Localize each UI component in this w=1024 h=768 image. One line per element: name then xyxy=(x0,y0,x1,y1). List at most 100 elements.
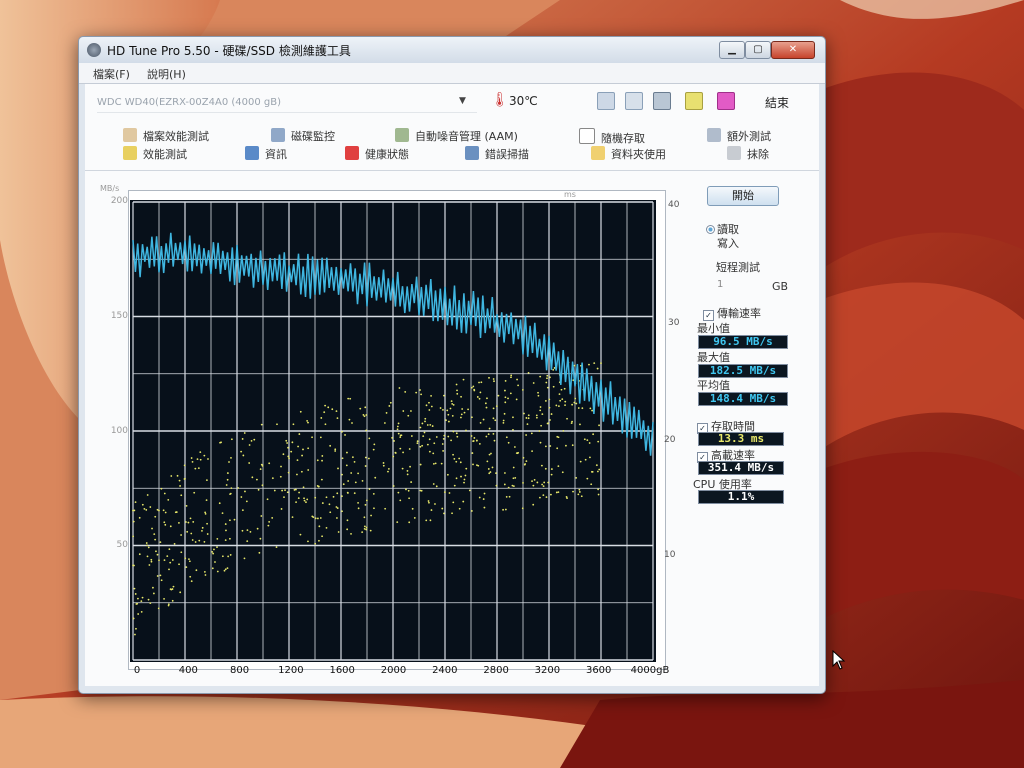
access-time-point xyxy=(383,422,386,424)
access-time-point xyxy=(325,526,328,529)
tab-erase[interactable]: 抹除 xyxy=(727,146,769,162)
access-time-point xyxy=(344,434,346,436)
tab-aam[interactable]: 自動噪音管理 (AAM) xyxy=(395,128,518,144)
access-time-point xyxy=(443,434,446,437)
save-icon[interactable] xyxy=(717,92,735,110)
tab-random-access[interactable]: 隨機存取 xyxy=(579,128,645,146)
camera-icon[interactable] xyxy=(653,92,671,110)
access-time-point xyxy=(396,521,399,524)
gb-input[interactable]: 1 xyxy=(717,279,767,293)
access-time-point xyxy=(293,489,296,491)
access-time-point xyxy=(205,499,208,502)
access-time-point xyxy=(334,448,337,451)
tab-info[interactable]: 資訊 xyxy=(245,146,287,162)
access-time-point xyxy=(171,559,174,561)
access-time-point xyxy=(564,400,567,403)
access-time-point xyxy=(191,461,194,463)
access-time-point xyxy=(525,417,528,419)
menu-file[interactable]: 檔案(F) xyxy=(93,66,130,82)
access-time-point xyxy=(419,426,422,429)
access-time-point xyxy=(257,488,260,491)
access-time-point xyxy=(485,406,488,409)
access-time-point xyxy=(396,425,399,428)
access-time-point xyxy=(240,496,243,498)
access-time-point xyxy=(193,491,196,494)
access-time-point xyxy=(462,500,465,503)
access-time-point xyxy=(285,439,288,442)
thermometer-icon: 🌡 xyxy=(491,92,509,108)
access-time-point xyxy=(428,401,430,404)
access-time-point xyxy=(260,423,263,426)
access-time-point xyxy=(185,504,188,507)
access-time-point xyxy=(505,436,508,439)
access-time-point xyxy=(447,420,450,423)
close-button[interactable]: ✕ xyxy=(771,41,815,59)
transfer-rate-label: 傳輸速率 xyxy=(717,307,761,320)
transfer-rate-checkbox[interactable]: ✓ 傳輸速率 xyxy=(703,305,761,321)
minimize-button[interactable]: ▁ xyxy=(719,41,745,59)
access-time-point xyxy=(527,414,530,417)
access-time-point xyxy=(132,617,135,620)
access-time-point xyxy=(180,551,183,554)
access-time-point xyxy=(443,394,445,397)
burst-rate-value: 351.4 MB/s xyxy=(698,461,784,475)
access-time-point xyxy=(286,491,289,494)
access-time-point xyxy=(224,523,227,525)
access-time-point xyxy=(365,499,368,502)
access-time-point xyxy=(442,437,445,440)
access-time-point xyxy=(318,525,321,528)
tab-error-scan[interactable]: 錯誤掃描 xyxy=(465,146,529,162)
menu-help[interactable]: 說明(H) xyxy=(147,66,186,82)
access-time-point xyxy=(482,418,485,421)
chevron-down-icon[interactable]: ▼ xyxy=(459,96,466,106)
access-time-point xyxy=(298,491,301,494)
access-time-point xyxy=(446,409,449,412)
access-time-point xyxy=(258,551,261,554)
copy-text-icon[interactable] xyxy=(597,92,615,110)
access-time-point xyxy=(524,463,527,465)
access-time-point xyxy=(223,569,226,572)
tab-health[interactable]: 健康狀態 xyxy=(345,146,409,162)
access-time-point xyxy=(478,397,481,400)
access-time-point xyxy=(396,428,399,431)
tab-benchmark[interactable]: 效能測試 xyxy=(123,146,187,162)
access-time-point xyxy=(455,477,458,480)
maximize-button[interactable]: ▢ xyxy=(745,41,771,59)
exit-button[interactable]: 結束 xyxy=(765,94,789,111)
read-radio[interactable] xyxy=(706,225,715,234)
tab-extra-tests[interactable]: 額外測試 xyxy=(707,128,771,144)
access-time-point xyxy=(211,550,214,553)
access-time-point xyxy=(532,484,535,487)
access-time-point xyxy=(162,509,165,512)
access-time-point xyxy=(399,447,402,450)
access-time-point xyxy=(307,447,310,450)
access-time-point xyxy=(190,580,193,583)
y-left-tick: 100 xyxy=(110,426,128,436)
access-time-point xyxy=(483,506,486,509)
start-button[interactable]: 開始 xyxy=(707,186,779,206)
tab-file-benchmark[interactable]: 檔案效能測試 xyxy=(123,128,209,144)
access-time-point xyxy=(132,564,134,567)
access-time-point xyxy=(598,424,600,427)
access-time-point xyxy=(325,496,328,499)
access-time-point xyxy=(504,401,507,404)
access-time-point xyxy=(432,483,435,485)
access-time-point xyxy=(240,450,243,453)
options-icon[interactable] xyxy=(685,92,703,110)
copy-info-icon[interactable] xyxy=(625,92,643,110)
access-time-point xyxy=(493,380,495,383)
drive-select[interactable]: WDC WD40(EZRX-00Z4A0 (4000 gB) xyxy=(97,94,477,113)
access-time-point xyxy=(591,409,594,412)
access-time-point xyxy=(430,405,433,408)
access-time-point xyxy=(446,473,449,476)
access-time-point xyxy=(242,454,245,457)
access-time-point xyxy=(512,466,515,469)
access-time-point xyxy=(183,464,186,467)
access-time-point xyxy=(527,417,530,420)
access-time-point xyxy=(484,402,487,405)
access-time-point xyxy=(559,399,562,402)
access-time-point xyxy=(336,517,338,519)
tab-folder-usage[interactable]: 資料夾使用 xyxy=(591,146,666,162)
tab-disk-monitor[interactable]: 磁碟監控 xyxy=(271,128,335,144)
access-time-point xyxy=(195,569,198,572)
